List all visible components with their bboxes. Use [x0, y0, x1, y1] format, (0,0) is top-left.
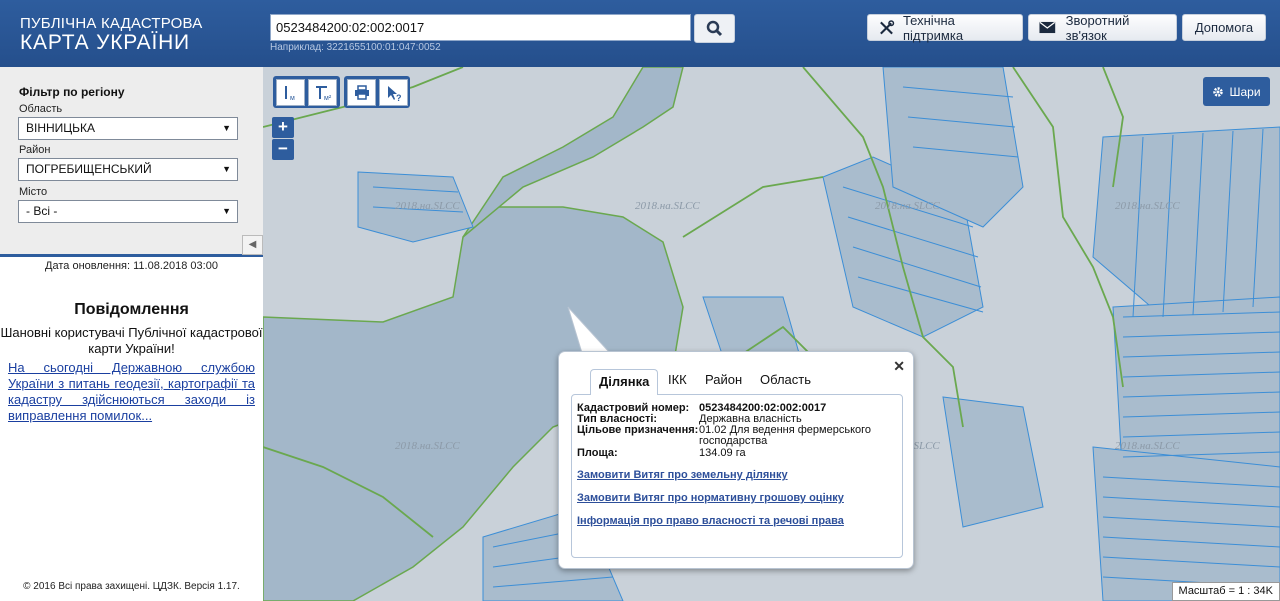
field-label: Площа:	[577, 447, 618, 459]
identify-button[interactable]: ?	[379, 79, 408, 106]
dropdown-arrow-icon: ▼	[222, 123, 231, 133]
svg-text:?: ?	[396, 93, 402, 102]
logo-line-2: КАРТА УКРАЇНИ	[20, 31, 190, 54]
zoom-in-button[interactable]: +	[272, 117, 294, 138]
gear-icon	[1213, 86, 1224, 97]
search-hint: Наприклад: 3221655100:01:047:0052	[270, 42, 441, 53]
cadastral-search-input[interactable]	[270, 14, 691, 41]
map-watermark: 2018.на.SLCC	[635, 200, 700, 212]
layers-button[interactable]: Шари	[1203, 77, 1270, 106]
city-select[interactable]: - Всі - ▼	[18, 200, 238, 223]
dropdown-arrow-icon: ▼	[222, 206, 231, 216]
header-bar: ПУБЛІЧНА КАДАСТРОВА КАРТА УКРАЇНИ Наприк…	[0, 0, 1280, 67]
svg-text:м²: м²	[324, 95, 332, 102]
map-watermark: 2018.на.SLCC	[1115, 440, 1180, 452]
search-icon	[706, 20, 723, 37]
tab-rayon[interactable]: Район	[705, 372, 742, 387]
help-label: Допомога	[1194, 20, 1254, 35]
oblast-select[interactable]: ВІННИЦЬКА ▼	[18, 117, 238, 140]
feedback-button[interactable]: Зворотний зв'язок	[1028, 12, 1177, 43]
parcel-details: Кадастровий номер: 0523484200:02:002:001…	[571, 394, 903, 558]
notice-title: Повідомлення	[74, 301, 189, 318]
order-parcel-extract-link[interactable]: Замовити Витяг про земельну ділянку	[577, 469, 788, 481]
tech-support-button[interactable]: Технічна підтримка	[867, 12, 1023, 43]
map-watermark: 2018.на.SLCC	[1115, 200, 1180, 212]
measure-area-button[interactable]: м²	[308, 79, 337, 106]
map-watermark: 2018.на.SLCC	[875, 200, 940, 212]
layers-label: Шари	[1229, 84, 1261, 99]
feedback-label: Зворотний зв'язок	[1065, 12, 1130, 43]
ruler-area-icon: м²	[315, 85, 332, 102]
tools-icon	[880, 19, 895, 34]
svg-text:м: м	[290, 95, 295, 102]
rayon-label: Район	[19, 144, 51, 156]
cursor-question-icon: ?	[387, 85, 402, 102]
parcel-info-popup: ✕ Ділянка ІКК Район Область Кадастровий …	[558, 351, 914, 569]
notice-link[interactable]: На сьогодні Державною службою України з …	[8, 360, 255, 424]
map-watermark: 2018.на.SLCC	[395, 440, 460, 452]
field-value: 01.02 Для ведення фермерського господарс…	[699, 424, 872, 447]
tab-parcel[interactable]: Ділянка	[590, 369, 659, 395]
envelope-icon	[1039, 21, 1056, 34]
tab-oblast[interactable]: Область	[760, 372, 811, 387]
measure-distance-button[interactable]: м	[276, 79, 305, 106]
city-label: Місто	[19, 186, 48, 198]
sidebar: Фільтр по регіону Область ВІННИЦЬКА ▼ Ра…	[0, 67, 263, 601]
site-logo[interactable]: ПУБЛІЧНА КАДАСТРОВА КАРТА УКРАЇНИ	[20, 16, 202, 54]
city-value: - Всі -	[26, 204, 58, 218]
map-scale: Масштаб = 1 : 34K	[1171, 582, 1280, 601]
oblast-label: Область	[19, 103, 63, 115]
tech-support-label: Технічна підтримка	[902, 12, 964, 43]
logo-line-1: ПУБЛІЧНА КАДАСТРОВА	[20, 15, 203, 32]
rayon-select[interactable]: ПОГРЕБИЩЕНСЬКИЙ ▼	[18, 158, 238, 181]
search-button[interactable]	[694, 14, 735, 43]
rayon-value: ПОГРЕБИЩЕНСЬКИЙ	[26, 162, 152, 176]
close-icon[interactable]: ✕	[893, 358, 905, 375]
map-watermark: 2018.на.SLCC	[395, 200, 460, 212]
ruler-distance-icon: м	[284, 85, 295, 102]
field-label: Цільове призначення:	[577, 424, 699, 436]
tab-ikk[interactable]: ІКК	[668, 372, 687, 387]
ownership-info-link[interactable]: Інформація про право власності та речові…	[577, 515, 844, 527]
region-filter-panel: Фільтр по регіону Область ВІННИЦЬКА ▼ Ра…	[0, 67, 263, 257]
print-button[interactable]	[347, 79, 376, 106]
notice-text: Шановні користувачі Публічної кадастрово…	[0, 325, 263, 356]
dropdown-arrow-icon: ▼	[222, 164, 231, 174]
oblast-value: ВІННИЦЬКА	[26, 121, 96, 135]
help-button[interactable]: Допомога	[1182, 14, 1266, 41]
update-date: Дата оновлення: 11.08.2018 03:00	[45, 260, 218, 272]
collapse-sidebar-button[interactable]: ◀	[242, 235, 263, 255]
printer-icon	[354, 84, 369, 100]
field-value: 134.09 га	[699, 447, 746, 459]
copyright: © 2016 Всі права захищені. ЦДЗК. Версія …	[23, 581, 240, 592]
filter-title: Фільтр по регіону	[19, 85, 125, 99]
zoom-out-button[interactable]: −	[272, 139, 294, 160]
order-valuation-extract-link[interactable]: Замовити Витяг про нормативну грошову оц…	[577, 492, 844, 504]
